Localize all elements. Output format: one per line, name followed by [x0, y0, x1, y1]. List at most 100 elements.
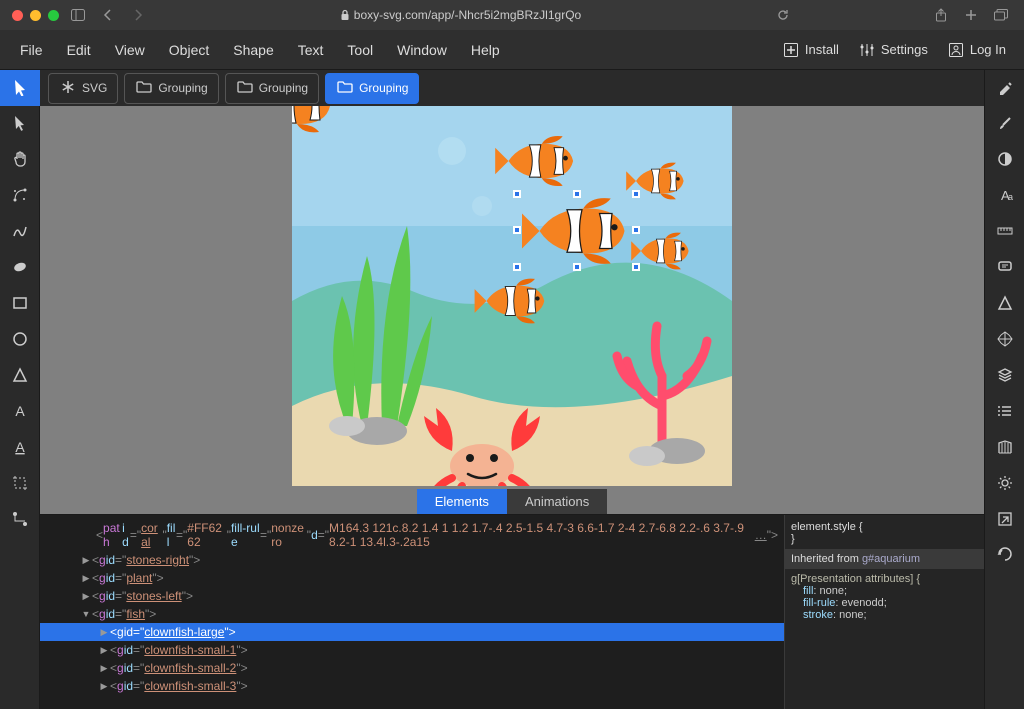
style-prop-fill[interactable]: fill: none; [791, 585, 978, 597]
selection-handle-se[interactable] [632, 263, 640, 271]
elements-tree[interactable]: <path id="coral" fill="#FF6262" fill-rul… [40, 515, 784, 709]
layers-panel[interactable] [985, 358, 1024, 394]
inherited-from-header: Inherited from g#aquarium [785, 549, 984, 569]
tabs-icon[interactable] [990, 6, 1012, 24]
textpath-tool[interactable]: A [0, 430, 40, 466]
window-controls [12, 10, 59, 21]
breadcrumb-2[interactable]: Grouping [225, 73, 319, 104]
svg-canvas[interactable] [292, 106, 732, 486]
menu-file[interactable]: File [8, 36, 55, 64]
selection-handle-sw[interactable] [513, 263, 521, 271]
element-g-fish[interactable]: ▼<g id="fish"> [40, 605, 784, 623]
element-g-stones-right[interactable]: ▶<g id="stones-right"> [40, 551, 784, 569]
selection-handle-w[interactable] [513, 226, 521, 234]
element-g-plant[interactable]: ▶<g id="plant"> [40, 569, 784, 587]
element-path-coral[interactable]: <path id="coral" fill="#FF6262" fill-rul… [40, 519, 784, 551]
reload-button[interactable] [772, 6, 794, 24]
circle-tool[interactable] [0, 322, 40, 358]
pan-tool[interactable] [0, 142, 40, 178]
library-panel[interactable] [985, 430, 1024, 466]
element-g-clownfish-large[interactable]: ▶<g id="clownfish-large"> [40, 623, 784, 641]
objects-panel[interactable] [985, 394, 1024, 430]
triangle-icon [11, 366, 29, 387]
style-prop-fill-rule[interactable]: fill-rule: evenodd; [791, 597, 978, 609]
disclosure-triangle[interactable]: ▶ [80, 573, 92, 584]
login-button[interactable]: Log In [938, 36, 1016, 64]
stroke-panel[interactable] [985, 106, 1024, 142]
textpath-icon: A [11, 438, 29, 459]
breadcrumb-3[interactable]: Grouping [325, 73, 419, 104]
minimize-window-button[interactable] [30, 10, 41, 21]
shape-panel[interactable] [985, 286, 1024, 322]
menu-view[interactable]: View [103, 36, 157, 64]
styles-panel[interactable]: element.style { } Inherited from g#aquar… [784, 515, 984, 709]
share-icon[interactable] [930, 6, 952, 24]
undo-icon [996, 546, 1014, 567]
export-panel[interactable] [985, 502, 1024, 538]
triangle-tool[interactable] [0, 358, 40, 394]
menu-text[interactable]: Text [286, 36, 336, 64]
fill-panel[interactable] [985, 70, 1024, 106]
breadcrumb-0[interactable]: SVG [48, 73, 118, 104]
ruler-icon [996, 222, 1014, 243]
menu-edit[interactable]: Edit [55, 36, 103, 64]
breadcrumb-1[interactable]: Grouping [124, 73, 218, 104]
close-window-button[interactable] [12, 10, 23, 21]
menu-object[interactable]: Object [157, 36, 221, 64]
new-tab-icon[interactable] [960, 6, 982, 24]
crop-tool[interactable] [0, 466, 40, 502]
element-g-clownfish-small-1[interactable]: ▶<g id="clownfish-small-1"> [40, 641, 784, 659]
lock-icon [340, 9, 350, 21]
text-tool[interactable]: A [0, 394, 40, 430]
select-tool[interactable] [0, 70, 40, 106]
generators-panel[interactable] [985, 466, 1024, 502]
disclosure-triangle[interactable]: ▶ [98, 627, 110, 638]
hand-icon [11, 150, 29, 171]
freehand-icon [11, 222, 29, 243]
menu-shape[interactable]: Shape [221, 36, 285, 64]
disclosure-triangle[interactable]: ▼ [80, 609, 92, 619]
left-toolbar: AA [0, 70, 40, 709]
typography-panel[interactable]: Aa [985, 178, 1024, 214]
edit-tool[interactable] [0, 106, 40, 142]
style-prop-stroke[interactable]: stroke: none; [791, 609, 978, 621]
disclosure-triangle[interactable]: ▶ [98, 681, 110, 692]
rect-tool[interactable] [0, 286, 40, 322]
forward-button[interactable] [127, 6, 149, 24]
install-button[interactable]: Install [773, 36, 849, 64]
arrange-panel[interactable] [985, 322, 1024, 358]
disclosure-triangle[interactable]: ▶ [80, 591, 92, 602]
selection-handle-e[interactable] [632, 226, 640, 234]
blob-tool[interactable] [0, 250, 40, 286]
selection-handle-s[interactable] [573, 263, 581, 271]
tab-animations[interactable]: Animations [507, 489, 607, 514]
arrange-icon [996, 330, 1014, 351]
menu-window[interactable]: Window [385, 36, 459, 64]
asterisk-icon [59, 78, 77, 99]
selection-handle-ne[interactable] [632, 190, 640, 198]
element-g-stones-left[interactable]: ▶<g id="stones-left"> [40, 587, 784, 605]
meta-panel[interactable] [985, 250, 1024, 286]
settings-button[interactable]: Settings [849, 36, 938, 64]
disclosure-triangle[interactable]: ▶ [98, 645, 110, 656]
disclosure-triangle[interactable]: ▶ [80, 555, 92, 566]
disclosure-triangle[interactable]: ▶ [98, 663, 110, 674]
menu-tool[interactable]: Tool [335, 36, 385, 64]
maximize-window-button[interactable] [48, 10, 59, 21]
freehand-tool[interactable] [0, 214, 40, 250]
canvas-viewport[interactable] [40, 106, 984, 486]
selection-handle-nw[interactable] [513, 190, 521, 198]
connector-tool[interactable] [0, 502, 40, 538]
tab-elements[interactable]: Elements [417, 489, 507, 514]
spline-tool[interactable] [0, 178, 40, 214]
compositing-panel[interactable] [985, 142, 1024, 178]
selection-handle-n[interactable] [573, 190, 581, 198]
back-button[interactable] [97, 6, 119, 24]
element-g-clownfish-small-2[interactable]: ▶<g id="clownfish-small-2"> [40, 659, 784, 677]
address-bar[interactable]: boxy-svg.com/app/-Nhcr5i2mgBRzJl1grQo [157, 8, 764, 22]
geometry-panel[interactable] [985, 214, 1024, 250]
element-g-clownfish-small-3[interactable]: ▶<g id="clownfish-small-3"> [40, 677, 784, 695]
history-panel[interactable] [985, 538, 1024, 574]
menu-help[interactable]: Help [459, 36, 512, 64]
sidebar-toggle-icon[interactable] [67, 6, 89, 24]
